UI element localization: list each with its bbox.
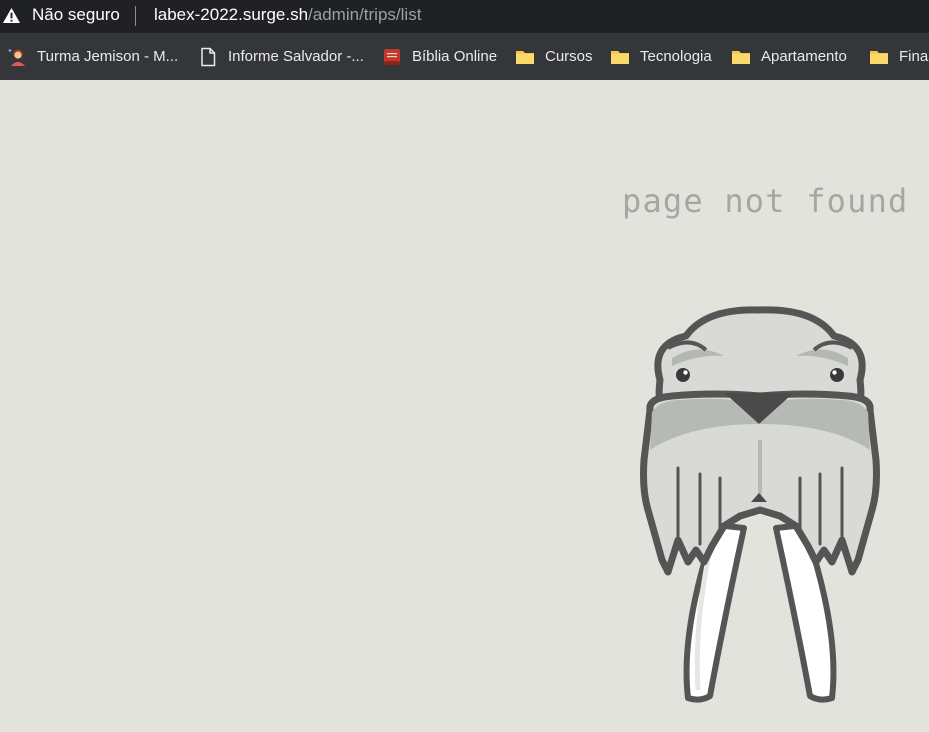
folder-icon xyxy=(516,50,534,64)
bookmark-cursos[interactable]: Cursos xyxy=(515,33,593,80)
security-status[interactable]: Não seguro xyxy=(32,5,120,25)
bookmarks-bar: Turma Jemison - M... Informe Salvador -.… xyxy=(0,33,929,80)
avatar-icon xyxy=(8,48,25,66)
folder-icon xyxy=(732,50,750,64)
url-field[interactable]: labex-2022.surge.sh/admin/trips/list xyxy=(154,5,421,25)
bookmark-label: Cursos xyxy=(545,48,593,65)
page-icon xyxy=(201,47,216,66)
walrus-left-eye xyxy=(676,368,690,382)
bookmark-label: Tecnologia xyxy=(640,48,712,65)
url-host: labex-2022.surge.sh xyxy=(154,5,309,24)
address-separator xyxy=(135,6,136,26)
bookmark-biblia-online[interactable]: Bíblia Online xyxy=(382,33,497,80)
bookmark-apartamento[interactable]: Apartamento xyxy=(731,33,847,80)
page-not-found-message: page not found xyxy=(622,182,909,220)
bookmark-label: Apartamento xyxy=(761,48,847,65)
walrus-right-eye xyxy=(830,368,844,382)
bookmark-finar[interactable]: Finar xyxy=(869,33,929,80)
url-path: /admin/trips/list xyxy=(308,5,422,24)
walrus-illustration xyxy=(640,306,880,703)
bookmark-turma-jemison[interactable]: Turma Jemison - M... xyxy=(7,33,178,80)
bookmark-informe-salvador[interactable]: Informe Salvador -... xyxy=(198,33,364,80)
bookmark-label: Finar xyxy=(899,48,929,65)
bookmark-label: Informe Salvador -... xyxy=(228,48,364,65)
address-bar[interactable]: Não seguro labex-2022.surge.sh/admin/tri… xyxy=(0,0,929,33)
bookmark-label: Bíblia Online xyxy=(412,48,498,65)
bible-icon xyxy=(384,48,400,65)
folder-icon xyxy=(870,50,888,64)
bookmark-tecnologia[interactable]: Tecnologia xyxy=(610,33,712,80)
bookmark-label: Turma Jemison - M... xyxy=(37,48,179,65)
warning-icon[interactable] xyxy=(2,7,21,24)
folder-icon xyxy=(611,50,629,64)
